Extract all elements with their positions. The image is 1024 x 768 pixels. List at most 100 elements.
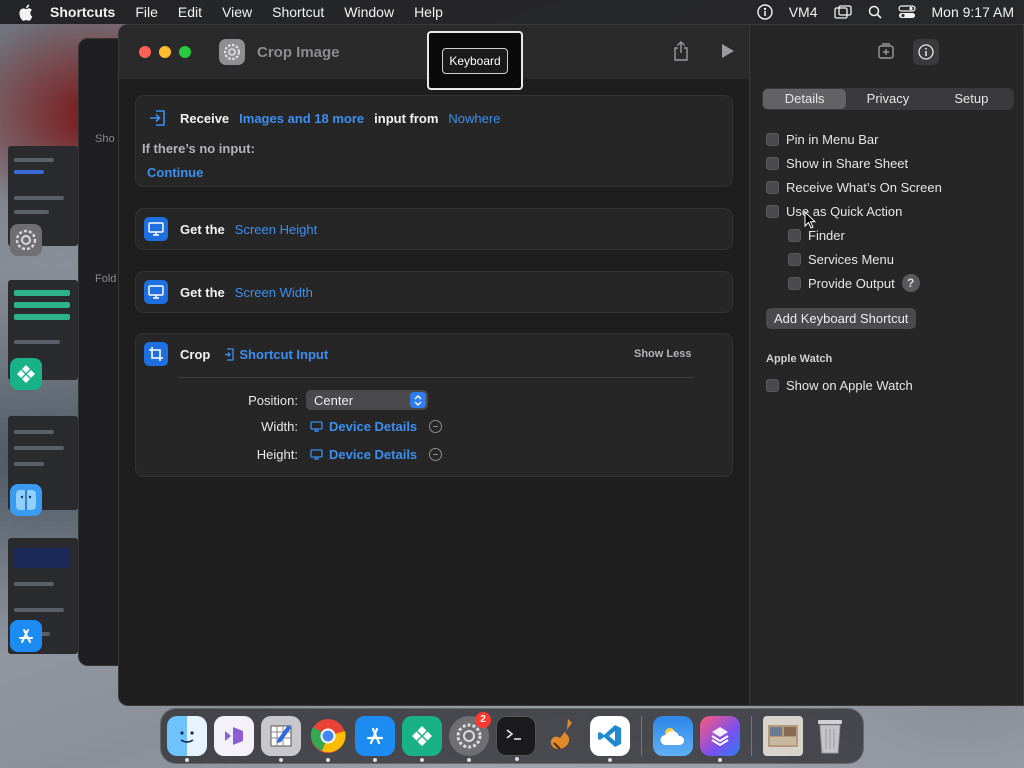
shortcut-input-label: Shortcut Input	[239, 346, 329, 362]
window-title[interactable]: Crop Image	[257, 44, 340, 61]
help-question-icon[interactable]: ?	[901, 274, 920, 292]
menu-help[interactable]: Help	[414, 4, 443, 20]
menu-file[interactable]: File	[135, 4, 158, 20]
position-select[interactable]: Center	[306, 390, 428, 410]
vscode-dock-icon[interactable]	[590, 716, 630, 762]
crop-verb: Crop	[180, 346, 211, 362]
get-screen-height-card[interactable]: Get the Screen Height	[135, 208, 733, 250]
receive-action-card[interactable]: Receive Images and 18 more input from No…	[135, 95, 733, 187]
app-stage-icon[interactable]	[10, 358, 42, 390]
on-screen-option[interactable]: Receive What’s On Screen	[766, 180, 942, 195]
info-icon[interactable]	[912, 39, 939, 65]
chrome-dock-icon[interactable]	[308, 716, 348, 762]
finder-dock-icon[interactable]	[167, 716, 207, 762]
dock: 2	[160, 708, 864, 764]
show-less-button[interactable]: Show Less	[634, 348, 691, 360]
pin-menu-bar-option[interactable]: Pin in Menu Bar	[766, 132, 879, 147]
provide-output-label: Provide Output	[808, 275, 895, 291]
menu-window[interactable]: Window	[344, 4, 394, 20]
terminal-dock-icon[interactable]	[496, 716, 536, 761]
control-center-icon[interactable]	[897, 5, 916, 19]
menu-edit[interactable]: Edit	[178, 4, 202, 20]
width-device-details-token[interactable]: Device Details	[310, 419, 417, 434]
finder-option[interactable]: Finder	[788, 228, 845, 243]
remove-width-icon[interactable]	[429, 420, 443, 433]
remove-height-icon[interactable]	[429, 448, 443, 461]
input-icon	[225, 347, 234, 361]
spotlight-search-icon[interactable]	[868, 5, 882, 19]
window-switch-icon[interactable]	[833, 5, 852, 19]
share-sheet-checkbox[interactable]	[766, 157, 779, 170]
close-window-button[interactable]	[139, 46, 151, 58]
finder-stage-icon[interactable]	[10, 484, 42, 516]
green-app-dock-icon[interactable]	[402, 716, 442, 762]
keyboard-tooltip: Keyboard	[427, 31, 523, 90]
shortcut-input-token[interactable]: Shortcut Input	[224, 347, 328, 362]
height-device-details-token[interactable]: Device Details	[310, 447, 417, 462]
weather-dock-icon[interactable]	[653, 716, 693, 756]
garageband-dock-icon[interactable]	[543, 716, 583, 756]
run-play-icon[interactable]	[721, 43, 735, 62]
device-icon	[310, 421, 323, 432]
apple-menu-icon[interactable]	[18, 3, 36, 21]
display-icon	[144, 280, 168, 304]
zoom-window-button[interactable]	[179, 46, 191, 58]
screen-width-token[interactable]: Screen Width	[235, 285, 313, 300]
shortcuts-dock-icon[interactable]	[700, 716, 740, 762]
add-keyboard-shortcut-button[interactable]: Add Keyboard Shortcut	[766, 308, 917, 329]
minimize-window-button[interactable]	[159, 46, 171, 58]
tab-setup[interactable]: Setup	[930, 89, 1013, 109]
dock-separator	[641, 716, 642, 756]
get-width-verb: Get the	[180, 284, 225, 300]
window-controls	[139, 46, 191, 58]
mouse-cursor-icon	[804, 211, 816, 229]
system-settings-dock-icon[interactable]: 2	[449, 712, 491, 762]
screen-height-token[interactable]: Screen Height	[235, 222, 317, 237]
receive-types-token[interactable]: Images and 18 more	[239, 111, 364, 126]
system-settings-stage-icon[interactable]	[10, 224, 42, 256]
get-height-verb: Get the	[180, 221, 225, 237]
menu-app-name[interactable]: Shortcuts	[50, 4, 115, 20]
apple-watch-checkbox[interactable]	[766, 379, 779, 392]
share-sheet-option[interactable]: Show in Share Sheet	[766, 156, 908, 171]
width-label: Width:	[261, 419, 298, 434]
display-icon	[144, 217, 168, 241]
get-screen-width-card[interactable]: Get the Screen Width	[135, 271, 733, 313]
menu-shortcut[interactable]: Shortcut	[272, 4, 324, 20]
finder-checkbox[interactable]	[788, 229, 801, 242]
services-menu-option[interactable]: Services Menu	[788, 252, 894, 267]
notes-dock-icon[interactable]	[261, 716, 301, 762]
menu-view[interactable]: View	[222, 4, 252, 20]
share-icon[interactable]	[673, 40, 689, 64]
provide-output-option[interactable]: Provide Output ?	[788, 274, 920, 292]
shortcuts-window: Crop Image Receive Images and 18 more in…	[118, 24, 1024, 706]
add-to-library-icon[interactable]	[877, 42, 895, 63]
menu-clock[interactable]: Mon 9:17 AM	[932, 4, 1015, 20]
pin-menu-bar-checkbox[interactable]	[766, 133, 779, 146]
tab-privacy[interactable]: Privacy	[846, 89, 929, 109]
shortcut-gear-icon[interactable]	[219, 39, 245, 65]
trash-dock-icon[interactable]	[810, 716, 850, 756]
downloads-stack-icon[interactable]	[763, 716, 803, 756]
receive-source-token[interactable]: Nowhere	[448, 111, 500, 126]
no-input-continue-token[interactable]: Continue	[147, 165, 203, 180]
receive-mid-text: input from	[374, 110, 439, 126]
crop-action-card[interactable]: Crop Shortcut Input Show Less Position: …	[135, 333, 733, 477]
width-value: Device Details	[329, 419, 418, 434]
quick-action-checkbox[interactable]	[766, 205, 779, 218]
pin-menu-bar-label: Pin in Menu Bar	[786, 132, 879, 147]
tab-details[interactable]: Details	[763, 89, 847, 109]
apple-watch-option[interactable]: Show on Apple Watch	[766, 378, 913, 393]
receive-input-icon	[146, 106, 170, 130]
height-value: Device Details	[329, 447, 418, 462]
accessibility-icon[interactable]	[757, 4, 773, 20]
visual-studio-dock-icon[interactable]	[214, 716, 254, 756]
services-menu-checkbox[interactable]	[788, 253, 801, 266]
quick-action-option[interactable]: Use as Quick Action	[766, 204, 902, 219]
app-store-stage-icon[interactable]	[10, 620, 42, 652]
apple-watch-label: Show on Apple Watch	[786, 378, 913, 393]
provide-output-checkbox[interactable]	[788, 276, 801, 290]
app-store-dock-icon[interactable]	[355, 716, 395, 762]
on-screen-checkbox[interactable]	[766, 181, 779, 194]
status-vm-label[interactable]: VM4	[789, 4, 818, 20]
